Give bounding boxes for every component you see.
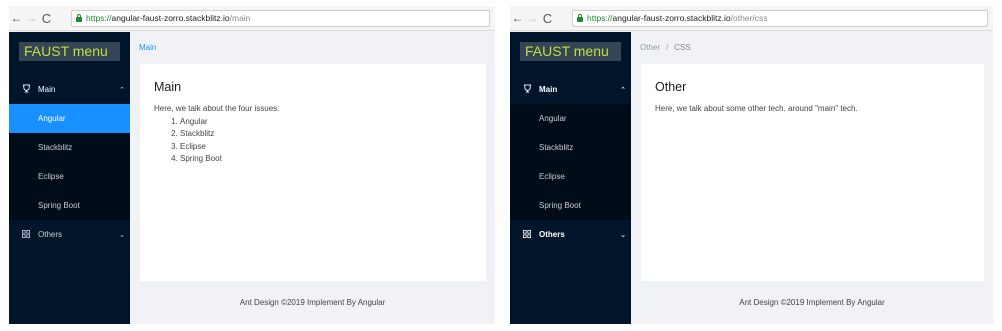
list-item: Stackblitz [180,128,472,141]
submenu-main: Angular Stackblitz Eclipse Spring Boot [510,104,631,220]
url-host: angular-faust-zorro.stackblitz.io [111,13,230,23]
address-bar[interactable]: https://angular-faust-zorro.stackblitz.i… [572,10,988,27]
content-area: Other / CSS Other Here, we talk about some… [631,32,993,324]
menu-item-eclipse[interactable]: Eclipse [9,162,130,191]
menu-others-label: Others [539,230,565,239]
url-scheme: https:// [86,13,112,23]
url-path: /main [229,13,251,23]
appstore-icon [523,229,539,240]
menu-item-stackblitz[interactable]: Stackblitz [510,133,631,162]
menu-item-spring-boot[interactable]: Spring Boot [9,191,130,220]
page-title: Main [154,80,182,94]
app-logo[interactable]: FAUST menu [19,42,120,61]
list-item: Angular [180,116,472,129]
footer: Ant Design ©2019 Implement By Angular [239,298,386,307]
address-bar[interactable]: https://angular-faust-zorro.stackblitz.i… [71,10,490,27]
menu-item-angular[interactable]: Angular [9,104,130,133]
browser-window-main: ← → C https://angular-faust-zorro.stackb… [9,6,495,324]
menu-item-spring-boot[interactable]: Spring Boot [510,191,631,220]
menu-others-label: Others [38,230,63,239]
list-item: Eclipse [180,141,472,154]
trophy-icon [22,84,38,95]
menu-item-eclipse[interactable]: Eclipse [510,162,631,191]
app-logo[interactable]: FAUST menu [520,42,621,61]
browser-window-other: ← → C https://angular-faust-zorro.stackb… [510,6,993,324]
breadcrumb: Other / CSS [640,43,691,52]
submenu-main: Angular Stackblitz Eclipse Spring Boot [9,104,130,220]
breadcrumb-item-other[interactable]: Other [640,43,660,52]
forward-arrow-icon[interactable]: → [525,6,540,31]
menu-main-label: Main [539,85,558,94]
menu-main[interactable]: Main ⌃ [510,75,631,104]
menu-main-label: Main [38,85,56,94]
reload-icon[interactable]: C [39,6,54,31]
content-card: Main Here, we talk about the four issues… [140,64,486,281]
menu-others[interactable]: Others ⌄ [9,220,130,249]
sidebar: FAUST menu Main ⌃ Angular Stackblitz Ecl… [9,32,130,324]
browser-toolbar: ← → C https://angular-faust-zorro.stackb… [9,6,495,31]
lock-icon [76,14,82,22]
forward-arrow-icon[interactable]: → [24,6,39,31]
back-arrow-icon[interactable]: ← [510,6,525,31]
appstore-icon [22,229,38,240]
sidebar: FAUST menu Main ⌃ Angular Stackblitz Ecl… [510,32,631,324]
breadcrumb: Main [139,43,156,52]
url-path: /other/css [730,13,768,23]
reload-icon[interactable]: C [540,6,555,31]
chevron-up-icon: ⌃ [620,86,626,94]
chevron-down-icon: ⌄ [119,231,125,239]
page-title: Other [655,80,687,94]
menu-item-angular[interactable]: Angular [510,104,631,133]
url-host: angular-faust-zorro.stackblitz.io [612,13,731,23]
menu-main[interactable]: Main ⌃ [9,75,130,104]
breadcrumb-item-css: CSS [674,43,691,52]
menu-others[interactable]: Others ⌄ [510,220,631,249]
list-item: Spring Boot [180,153,472,166]
chevron-up-icon: ⌃ [119,86,125,94]
breadcrumb-item-main[interactable]: Main [139,43,156,52]
content-card: Other Here, we talk about some other tec… [641,64,984,281]
issues-list: Angular Stackblitz Eclipse Spring Boot [154,116,472,166]
trophy-icon [523,84,539,95]
chevron-down-icon: ⌄ [620,231,626,239]
intro-text: Here, we talk about the four issues: [154,104,280,113]
back-arrow-icon[interactable]: ← [9,6,24,31]
breadcrumb-separator: / [666,43,669,52]
menu-item-stackblitz[interactable]: Stackblitz [9,133,130,162]
intro-text: Here, we talk about some other tech. aro… [655,104,858,113]
browser-toolbar: ← → C https://angular-faust-zorro.stackb… [510,6,993,31]
url-scheme: https:// [587,13,613,23]
lock-icon [577,14,583,22]
content-area: Main Main Here, we talk about the four i… [130,32,495,324]
footer: Ant Design ©2019 Implement By Angular [739,298,885,307]
